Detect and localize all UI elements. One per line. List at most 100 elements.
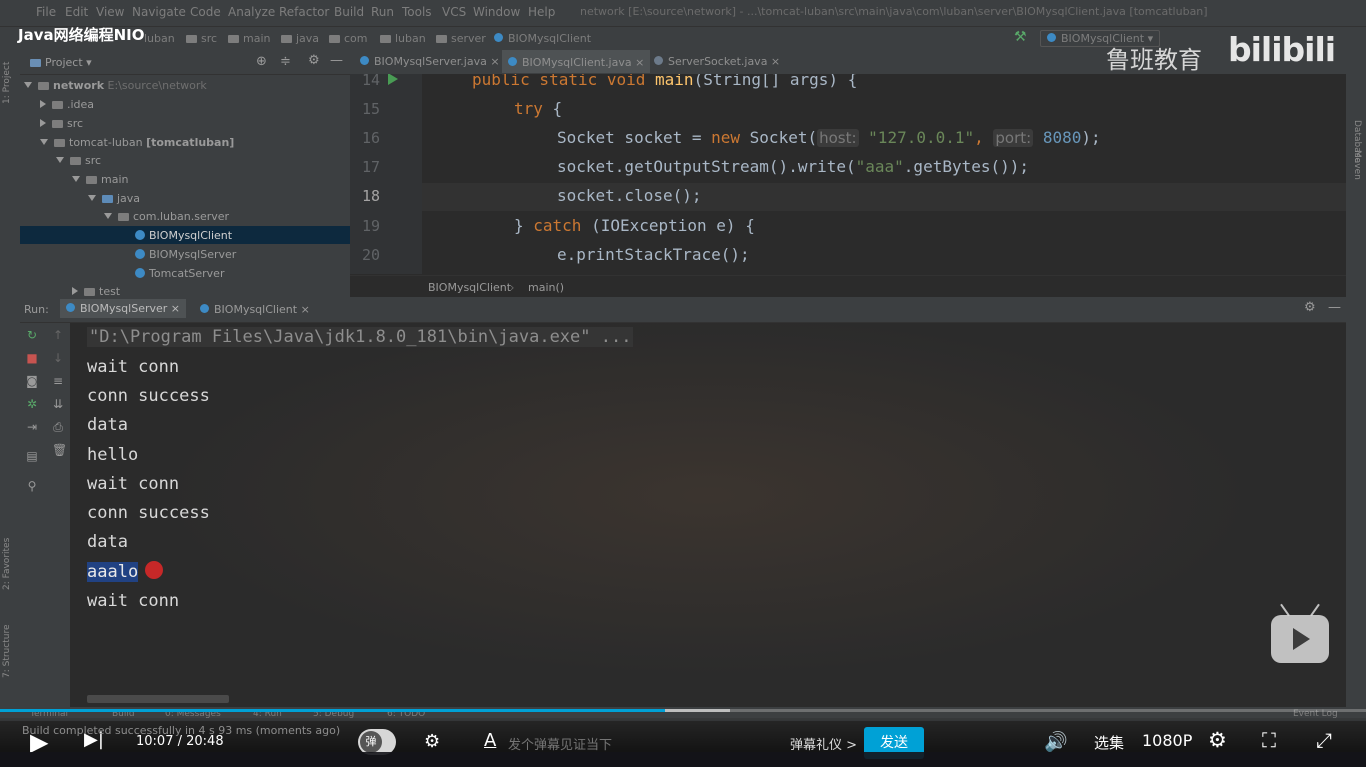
arrow-down-icon[interactable]: ↓ <box>52 352 64 364</box>
tree-item-package[interactable]: com.luban.server <box>104 210 229 223</box>
arrow-up-icon[interactable]: ↑ <box>52 329 64 341</box>
font-style-icon[interactable]: A <box>484 730 496 751</box>
menu-build[interactable]: Build <box>334 5 364 19</box>
maven-tool-tab[interactable]: Maven <box>1352 150 1362 180</box>
menu-window[interactable]: Window <box>473 5 520 19</box>
minimize-icon[interactable]: — <box>1328 300 1341 315</box>
rerun-icon[interactable]: ↻ <box>26 329 38 341</box>
breadcrumb-server[interactable]: server <box>436 32 486 45</box>
breadcrumb-class[interactable]: BIOMysqlClient <box>494 32 591 45</box>
fullscreen-icon[interactable]: ⤢ <box>1316 728 1332 752</box>
breadcrumb-luban[interactable]: luban <box>144 32 175 45</box>
trash-icon[interactable]: 🗑 <box>52 444 67 456</box>
project-view-selector[interactable]: Project ▾ <box>30 56 92 69</box>
breadcrumb-src[interactable]: src <box>186 32 217 45</box>
breadcrumb-com[interactable]: com <box>329 32 368 45</box>
tv-icon[interactable] <box>1271 615 1329 663</box>
fullscreen-web-icon[interactable]: ⛶ <box>1262 728 1276 752</box>
tree-item-biomysqlserver[interactable]: BIOMysqlServer <box>135 248 236 261</box>
structure-tool-tab[interactable]: 7: Structure <box>2 625 12 679</box>
tree-item-tomcat-luban[interactable]: tomcat-luban [tomcatluban] <box>40 136 234 149</box>
menu-analyze[interactable]: Analyze <box>228 5 275 19</box>
hammer-icon[interactable]: ⚒ <box>1014 29 1027 45</box>
collapsed-icon <box>72 287 78 295</box>
gear-icon[interactable]: ⚙ <box>1304 300 1316 315</box>
code-token: e.printStackTrace(); <box>557 245 750 264</box>
run-gutter-icon[interactable] <box>388 74 398 85</box>
favorites-tool-tab[interactable]: 2: Favorites <box>2 538 12 590</box>
menu-file[interactable]: File <box>36 5 56 19</box>
volume-icon[interactable]: 🔊 <box>1044 730 1068 753</box>
code-token: new <box>711 128 741 147</box>
tab-label: BIOMysqlClient.java <box>522 56 632 69</box>
menu-tools[interactable]: Tools <box>402 5 432 19</box>
layout-icon[interactable]: ▤ <box>26 450 38 462</box>
tree-item-biomysqlclient[interactable]: BIOMysqlClient <box>135 229 232 242</box>
settings-icon[interactable]: ⚙ <box>1208 728 1227 752</box>
console-line: wait conn <box>87 357 180 377</box>
project-tool-tab[interactable]: 1: Project <box>2 62 12 104</box>
crumb-class[interactable]: BIOMysqlClient <box>428 281 511 294</box>
camera-icon[interactable]: ◙ <box>26 375 38 387</box>
menu-help[interactable]: Help <box>528 5 555 19</box>
console-command-line: "D:\Program Files\Java\jdk1.8.0_181\bin\… <box>87 327 634 347</box>
os-taskbar <box>0 752 1366 767</box>
console-line: conn success <box>87 386 210 406</box>
menu-run[interactable]: Run <box>371 5 394 19</box>
horizontal-scrollbar[interactable] <box>87 695 229 703</box>
collapse-icon[interactable]: ≑ <box>280 54 291 69</box>
console-output[interactable]: "D:\Program Files\Java\jdk1.8.0_181\bin\… <box>70 323 1346 707</box>
class-icon <box>654 56 663 65</box>
run-tab-biomysqlclient[interactable]: BIOMysqlClient × <box>200 303 310 316</box>
run-tab-biomysqlserver[interactable]: BIOMysqlServer × <box>60 299 187 318</box>
tree-label: network <box>53 79 105 92</box>
breadcrumb-luban-pkg[interactable]: luban <box>380 32 426 45</box>
video-progress-bar[interactable] <box>0 709 1366 712</box>
tree-item-idea[interactable]: .idea <box>40 98 94 111</box>
tree-item-java[interactable]: java <box>88 192 140 205</box>
locate-icon[interactable]: ⊕ <box>256 54 267 69</box>
tab-label: BIOMysqlServer <box>80 302 168 315</box>
left-tool-stripe: 1: Project 2: Favorites 7: Structure <box>0 50 21 707</box>
crumb-method[interactable]: main() <box>528 281 564 294</box>
danmaku-settings-icon[interactable]: ⚙ <box>424 731 440 752</box>
expand-icon <box>88 195 96 201</box>
menu-code[interactable]: Code <box>190 5 221 19</box>
danmaku-etiquette-link[interactable]: 弹幕礼仪 > <box>790 734 857 753</box>
tree-item-src[interactable]: src <box>40 117 83 130</box>
breadcrumb-label: com <box>344 32 368 45</box>
menu-refactor[interactable]: Refactor <box>279 5 329 19</box>
tree-item-tomcatserver[interactable]: TomcatServer <box>135 267 224 280</box>
tree-item-main[interactable]: main <box>72 173 128 186</box>
cursor-highlight-dot <box>145 561 163 579</box>
menu-vcs[interactable]: VCS <box>442 5 466 19</box>
exit-icon[interactable]: ⇥ <box>26 421 38 433</box>
code-editor[interactable]: 14 15 16 17 18 19 20 public static void … <box>350 74 1350 274</box>
hide-icon[interactable]: — <box>330 53 343 68</box>
folder-icon <box>54 139 65 147</box>
tab-biomysqlserver[interactable]: BIOMysqlServer.java × <box>360 55 500 68</box>
pin-icon[interactable]: ⚲ <box>26 480 38 492</box>
menu-edit[interactable]: Edit <box>65 5 88 19</box>
tree-item-src2[interactable]: src <box>56 154 101 167</box>
chevron-right-icon: › <box>510 281 515 294</box>
quality-selector[interactable]: 1080P <box>1142 731 1192 750</box>
class-icon <box>135 249 145 259</box>
soft-wrap-icon[interactable]: ≡ <box>52 375 64 387</box>
gear-icon[interactable]: ⚙ <box>308 53 320 68</box>
scroll-to-end-icon[interactable]: ⇊ <box>52 398 64 410</box>
debug-icon[interactable]: ✲ <box>26 398 38 410</box>
episodes-button[interactable]: 选集 <box>1094 732 1124 753</box>
stop-icon[interactable]: ■ <box>26 352 38 364</box>
tree-item-network[interactable]: network E:\source\network <box>24 79 207 92</box>
menu-navigate[interactable]: Navigate <box>132 5 186 19</box>
tab-serversocket[interactable]: ServerSocket.java × <box>654 55 780 68</box>
run-toolbar: ↻ ↑ ■ ↓ ◙ ≡ ✲ ⇊ ⇥ ⎙ 🗑 ▤ ⚲ <box>20 323 70 707</box>
breadcrumb-java[interactable]: java <box>281 32 319 45</box>
tab-biomysqlclient[interactable]: BIOMysqlClient.java × <box>502 50 651 73</box>
folder-icon <box>52 101 63 109</box>
menu-view[interactable]: View <box>96 5 124 19</box>
breadcrumb-main[interactable]: main <box>228 32 270 45</box>
print-icon[interactable]: ⎙ <box>52 421 64 433</box>
tree-label: TomcatServer <box>149 267 225 280</box>
